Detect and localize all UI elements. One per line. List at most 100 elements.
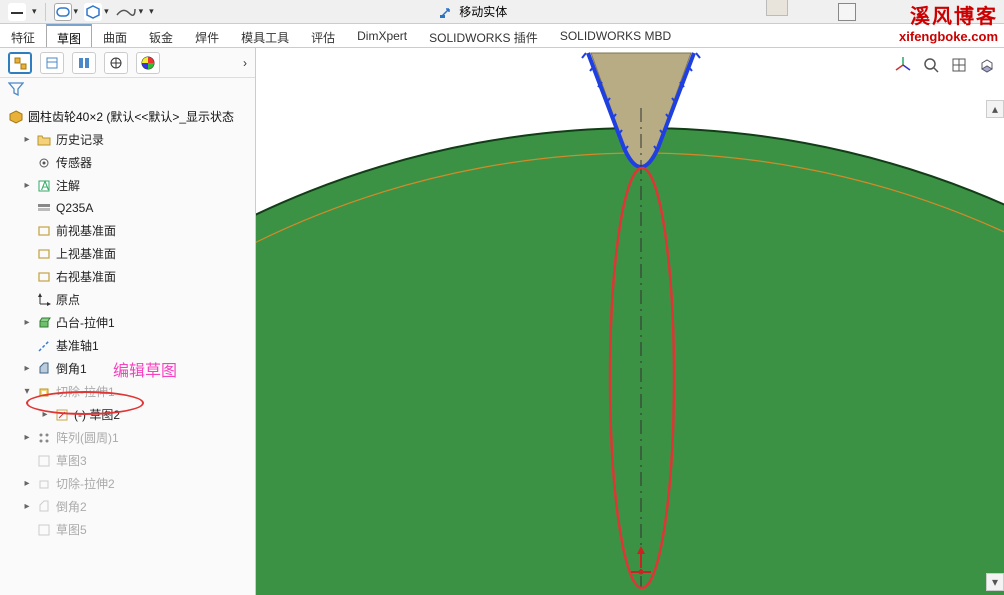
boss-icon	[36, 315, 52, 331]
expand-toggle[interactable]: ▾	[22, 386, 32, 397]
rounded-rect-icon	[54, 3, 72, 21]
tree-root-label: 圆柱齿轮40×2 (默认<<默认>_显示状态	[28, 108, 234, 125]
toolbar-group-5[interactable]: ▾	[149, 6, 154, 17]
sketch-d-icon	[36, 453, 52, 469]
expand-toggle[interactable]: ▸	[22, 317, 32, 328]
tree-item-label: 右视基准面	[56, 268, 116, 285]
tree-item[interactable]: ▸ 倒角2	[0, 495, 255, 518]
note-icon: A	[36, 178, 52, 194]
panel-tab-dimxpert[interactable]	[104, 52, 128, 74]
tree-item-label: 倒角2	[56, 498, 87, 515]
tab-label: 模具工具	[241, 31, 289, 45]
tree-item-label: (-) 草图2	[74, 406, 120, 423]
tab-sw-mbd[interactable]: SOLIDWORKS MBD	[549, 24, 682, 47]
tab-sheetmetal[interactable]: 钣金	[138, 24, 184, 47]
expand-toggle[interactable]: ▸	[22, 432, 32, 443]
expand-toggle[interactable]: ▸	[22, 501, 32, 512]
folder-icon	[36, 132, 52, 148]
feature-tree[interactable]: 圆柱齿轮40×2 (默认<<默认>_显示状态 ▸ 历史记录传感器 ▸ A 注解 Q235A…	[0, 103, 255, 595]
svg-text:A: A	[41, 179, 49, 193]
watermark: 溪风博客 xifengboke.com	[899, 0, 998, 44]
view-orientation-icon[interactable]	[948, 54, 970, 76]
tree-item-label: 注解	[56, 177, 80, 194]
expand-toggle[interactable]: ▸	[22, 180, 32, 191]
tree-item[interactable]: ▸ A 注解	[0, 174, 255, 197]
color-square[interactable]	[766, 0, 788, 16]
panel-tab-config[interactable]	[72, 52, 96, 74]
tree-item[interactable]: ▸ 历史记录	[0, 128, 255, 151]
tab-label: 焊件	[195, 31, 219, 45]
edit-sketch-annotation: 编辑草图	[113, 357, 177, 381]
tree-item[interactable]: ▸凸台-拉伸1	[0, 311, 255, 334]
zoom-fit-icon[interactable]	[920, 54, 942, 76]
tree-item[interactable]: 传感器	[0, 151, 255, 174]
top-toolbar: ▾ ▾ ▾ ▾ ▾ 移动实体	[0, 0, 1004, 24]
tree-item[interactable]: 草图5	[0, 518, 255, 541]
panel-tab-feature-tree[interactable]	[8, 52, 32, 74]
material-icon	[36, 200, 52, 216]
tree-item[interactable]: ▸切除-拉伸2	[0, 472, 255, 495]
tree-item[interactable]: 基准轴1	[0, 334, 255, 357]
expand-toggle[interactable]: ▸	[40, 409, 50, 420]
tab-label: DimXpert	[357, 29, 407, 43]
tree-item[interactable]: ▸ 阵列(圆周)1	[0, 426, 255, 449]
scroll-down-arrow[interactable]: ▾	[986, 573, 1004, 591]
chamfer-icon	[36, 361, 52, 377]
chevron-down-icon: ▾	[139, 6, 144, 17]
tree-item[interactable]: 原点	[0, 288, 255, 311]
plane-icon	[36, 223, 52, 239]
tab-sw-addins[interactable]: SOLIDWORKS 插件	[418, 24, 549, 47]
toolbar-group-3[interactable]: ▾	[84, 3, 109, 21]
tab-surface[interactable]: 曲面	[92, 24, 138, 47]
toolbar-group-2[interactable]: ▾	[54, 3, 79, 21]
tree-item[interactable]: 上视基准面	[0, 242, 255, 265]
tree-item[interactable]: 右视基准面	[0, 265, 255, 288]
expand-toggle[interactable]: ▸	[22, 134, 32, 145]
tab-label: 评估	[311, 31, 335, 45]
tab-mold[interactable]: 模具工具	[230, 24, 300, 47]
tree-root[interactable]: 圆柱齿轮40×2 (默认<<默认>_显示状态	[0, 105, 255, 128]
divider	[45, 3, 46, 21]
sketch-icon	[54, 407, 70, 423]
toolbar-group-4[interactable]: ▾	[115, 5, 144, 19]
hex-icon	[84, 3, 102, 21]
chevron-down-icon: ▾	[74, 6, 79, 17]
tree-item[interactable]: ▸ (-) 草图2	[0, 403, 255, 426]
graphics-viewport[interactable]: ▴ ▾	[256, 48, 1004, 595]
tree-item-label: 前视基准面	[56, 222, 116, 239]
tab-label: 草图	[57, 32, 81, 46]
move-entity-icon	[439, 5, 455, 19]
dropdown-chevron-1[interactable]: ▾	[32, 6, 37, 17]
tab-dimxpert[interactable]: DimXpert	[346, 24, 418, 47]
display-style-icon[interactable]	[976, 54, 998, 76]
tree-item[interactable]: Q235A	[0, 197, 255, 219]
triad-icon[interactable]	[892, 54, 914, 76]
panel-tab-appearance[interactable]	[136, 52, 160, 74]
view-orientation-tools	[892, 54, 998, 76]
tab-feature[interactable]: 特征	[0, 24, 46, 47]
watermark-url: xifengboke.com	[899, 29, 998, 44]
main-area: › 圆柱齿轮40×2 (默认<<默认>_显示状态 ▸ 历史记录传感器 ▸ A 注解 Q23…	[0, 48, 1004, 595]
filter-icon	[8, 82, 24, 96]
scroll-up-arrow[interactable]: ▴	[986, 100, 1004, 118]
tree-item-label: 草图5	[56, 521, 87, 538]
tree-item[interactable]: ▾ 切除-拉伸1	[0, 380, 255, 403]
toolbar-icon-1[interactable]	[8, 3, 26, 21]
tree-item[interactable]: 前视基准面	[0, 219, 255, 242]
plane-icon	[36, 269, 52, 285]
tree-item[interactable]: 草图3	[0, 449, 255, 472]
expand-toggle[interactable]: ▸	[22, 478, 32, 489]
color-swatch[interactable]	[838, 3, 856, 21]
move-entity-tool[interactable]: 移动实体	[439, 3, 507, 20]
tab-sketch[interactable]: 草图	[46, 24, 92, 47]
tab-evaluate[interactable]: 评估	[300, 24, 346, 47]
panel-tab-property-mgr[interactable]	[40, 52, 64, 74]
tree-item-label: 历史记录	[56, 131, 104, 148]
tree-item-label: 切除-拉伸1	[56, 383, 115, 400]
tab-weldment[interactable]: 焊件	[184, 24, 230, 47]
panel-expand-chevron[interactable]: ›	[243, 56, 247, 70]
filter-row[interactable]	[0, 78, 255, 103]
tree-item-label: 阵列(圆周)1	[56, 429, 119, 446]
expand-toggle[interactable]: ▸	[22, 363, 32, 374]
viewport-svg	[256, 48, 1004, 595]
